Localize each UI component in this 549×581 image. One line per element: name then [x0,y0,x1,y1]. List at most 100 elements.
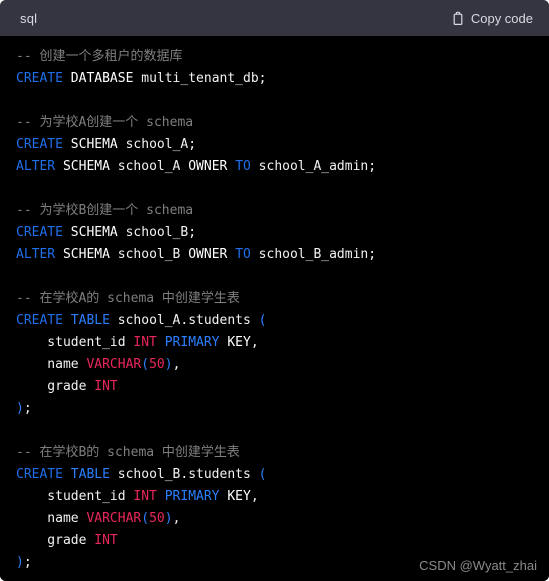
code-token: school_B [109,247,189,262]
code-line: -- 创建一个多租户的数据库 [16,46,533,68]
code-token: KEY [227,489,251,504]
code-token: ALTER [16,247,56,262]
code-body: -- 创建一个多租户的数据库 CREATE DATABASE multi_tena… [0,36,549,581]
code-line: grade INT [16,530,533,552]
code-line: ALTER SCHEMA school_A OWNER TO school_A_… [16,156,533,178]
code-token: school_A.students [109,313,259,328]
code-content[interactable]: -- 创建一个多租户的数据库 CREATE DATABASE multi_tena… [0,46,549,574]
code-line: -- 在学校B的 schema 中创建学生表 [16,442,533,464]
code-token: TABLE [70,313,110,328]
code-line: CREATE TABLE school_B.students ( [16,464,533,486]
code-token: ( [141,511,150,526]
code-token: school_B; [117,225,197,240]
clipboard-icon [451,11,465,26]
code-token: CREATE [16,467,63,482]
code-token: CREATE [16,71,63,86]
code-token: -- 为学校B创建一个 schema [16,203,194,218]
code-token: OWNER [188,159,228,174]
code-token: -- 为学校A创建一个 schema [16,115,194,130]
code-token: ) [16,555,24,570]
code-line: name VARCHAR(50), [16,508,533,530]
code-token: student_id [16,489,134,504]
code-line: CREATE DATABASE multi_tenant_db; [16,68,533,90]
code-token: student_id [16,335,134,350]
code-line: CREATE TABLE school_A.students ( [16,310,533,332]
code-token: grade [16,379,95,394]
code-line: name VARCHAR(50), [16,354,533,376]
code-token: 50 [149,357,165,372]
code-token: ) [16,401,24,416]
code-token: ( [258,313,267,328]
code-lines: -- 创建一个多租户的数据库 CREATE DATABASE multi_tena… [16,46,533,574]
code-token: SCHEMA [62,159,110,174]
code-token: PRIMARY [164,489,220,504]
code-line: ); [16,552,533,574]
code-line: CREATE SCHEMA school_B; [16,222,533,244]
code-token: , [172,357,181,372]
code-token: KEY [227,335,251,350]
code-block: sql Copy code -- 创建一个多租户的数据库 CREATE DATAB… [0,0,549,581]
code-line: grade INT [16,376,533,398]
code-token: CREATE [16,313,63,328]
code-token: TABLE [70,467,110,482]
code-token: -- 在学校B的 schema 中创建学生表 [16,445,240,460]
code-token: grade [16,533,95,548]
code-token: ) [164,511,173,526]
code-token: name [16,357,87,372]
copy-code-label: Copy code [470,10,533,26]
code-token: , [250,335,259,350]
code-token: TO [235,247,251,262]
code-token: VARCHAR [86,511,142,526]
code-token: ALTER [16,159,56,174]
code-token: ; [23,401,32,416]
code-token: school_B_admin; [250,247,377,262]
copy-code-button[interactable]: Copy code [451,11,533,26]
code-token: 50 [149,511,165,526]
code-token: VARCHAR [86,357,142,372]
code-token: school_A [109,159,189,174]
code-token: INT [94,533,118,548]
code-token: school_A; [117,137,197,152]
code-token: SCHEMA [70,225,118,240]
code-token: ( [258,467,267,482]
code-line: -- 为学校B创建一个 schema [16,200,533,222]
code-token: CREATE [16,225,63,240]
code-token: school_B.students [109,467,259,482]
code-token: OWNER [188,247,228,262]
code-token: multi_tenant_db; [133,71,267,86]
code-token: CREATE [16,137,63,152]
code-token: SCHEMA [70,137,118,152]
code-line: student_id INT PRIMARY KEY, [16,332,533,354]
code-token: ) [164,357,173,372]
code-token: , [172,511,181,526]
code-token: , [250,489,259,504]
code-token: INT [133,335,157,350]
code-token: ; [23,555,32,570]
code-line: student_id INT PRIMARY KEY, [16,486,533,508]
code-token: name [16,511,87,526]
code-line: CREATE SCHEMA school_A; [16,134,533,156]
code-token: DATABASE [70,71,134,86]
code-token: INT [94,379,118,394]
code-token: PRIMARY [164,335,220,350]
code-token: SCHEMA [62,247,110,262]
code-block-header: sql Copy code [0,0,549,36]
code-line: ); [16,398,533,420]
code-token: ( [141,357,150,372]
code-token: INT [133,489,157,504]
